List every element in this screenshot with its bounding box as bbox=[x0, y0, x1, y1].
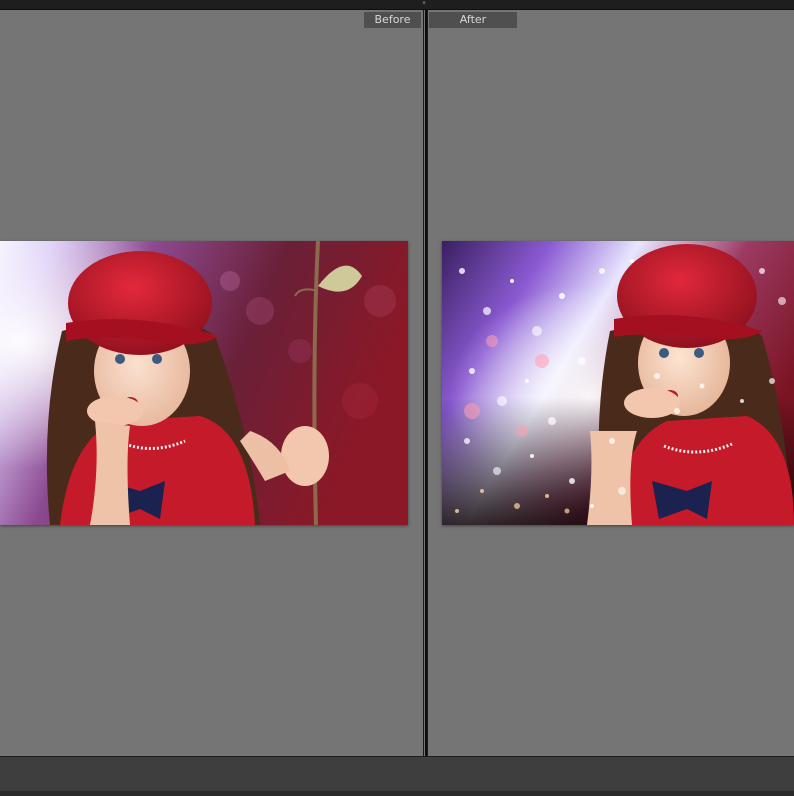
after-label: After bbox=[429, 12, 517, 28]
bottom-toolbar bbox=[0, 756, 794, 796]
top-panel-bar: ▾ bbox=[0, 0, 794, 10]
drag-handle-icon[interactable]: ▾ bbox=[419, 0, 429, 7]
after-photo bbox=[442, 241, 794, 525]
before-photo bbox=[0, 241, 408, 525]
before-label: Before bbox=[364, 12, 421, 28]
